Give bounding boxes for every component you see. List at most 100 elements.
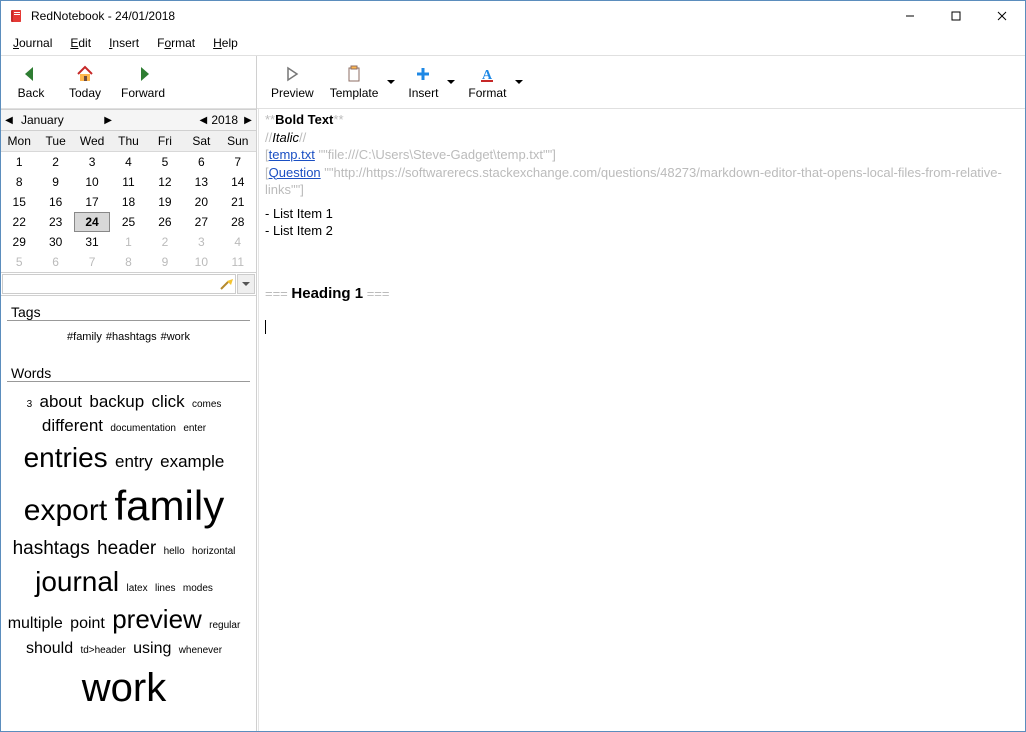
back-button[interactable]: Back xyxy=(11,62,51,102)
close-button[interactable] xyxy=(979,1,1025,31)
calendar-day[interactable]: 18 xyxy=(110,192,146,212)
word-cloud-item[interactable]: comes xyxy=(192,398,221,412)
search-input[interactable] xyxy=(2,274,236,294)
calendar-day[interactable]: 15 xyxy=(1,192,37,212)
forward-button[interactable]: Forward xyxy=(119,62,167,102)
word-cloud-item[interactable]: enter xyxy=(183,422,206,436)
calendar-day[interactable]: 5 xyxy=(1,252,37,272)
template-dropdown[interactable] xyxy=(384,63,398,101)
insert-button[interactable]: Insert xyxy=(402,62,444,102)
calendar-day[interactable]: 9 xyxy=(147,252,183,272)
calendar-day[interactable]: 14 xyxy=(220,172,256,192)
calendar-day[interactable]: 30 xyxy=(37,232,73,252)
menu-insert[interactable]: Insert xyxy=(101,33,147,53)
word-cloud-item[interactable]: different xyxy=(42,414,103,438)
word-cloud-item[interactable]: horizontal xyxy=(192,545,235,559)
word-cloud-item[interactable]: documentation xyxy=(110,422,176,436)
menu-journal[interactable]: Journal xyxy=(5,33,60,53)
search-dropdown-button[interactable] xyxy=(237,274,255,294)
word-cloud-item[interactable]: entries xyxy=(24,438,108,477)
calendar-day[interactable]: 6 xyxy=(37,252,73,272)
calendar-day[interactable]: 10 xyxy=(183,252,219,272)
insert-dropdown[interactable] xyxy=(444,63,458,101)
word-cloud-item[interactable]: 3 xyxy=(27,398,33,412)
month-dropdown-button[interactable]: ▶ xyxy=(100,115,116,126)
calendar-day[interactable]: 26 xyxy=(147,212,183,232)
calendar-day[interactable]: 21 xyxy=(220,192,256,212)
word-cloud-item[interactable]: td>header xyxy=(80,644,125,658)
word-cloud-item[interactable]: multiple xyxy=(8,613,63,635)
tag[interactable]: #work xyxy=(161,331,190,343)
menu-help[interactable]: Help xyxy=(205,33,246,53)
next-year-button[interactable]: ▶ xyxy=(240,115,256,126)
calendar-day[interactable]: 4 xyxy=(110,152,146,172)
word-cloud-item[interactable]: family xyxy=(115,477,225,536)
word-cloud-item[interactable]: click xyxy=(152,390,185,414)
calendar-day[interactable]: 28 xyxy=(220,212,256,232)
word-cloud-item[interactable]: modes xyxy=(183,582,213,596)
word-cloud-item[interactable]: latex xyxy=(127,582,148,596)
calendar-day[interactable]: 10 xyxy=(74,172,110,192)
tag[interactable]: #family xyxy=(67,331,102,343)
calendar-day[interactable]: 27 xyxy=(183,212,219,232)
word-cloud-item[interactable]: example xyxy=(160,450,224,474)
format-button[interactable]: A Format xyxy=(462,62,512,102)
calendar-day[interactable]: 25 xyxy=(110,212,146,232)
calendar-day[interactable]: 24 xyxy=(74,212,110,232)
clear-search-icon[interactable] xyxy=(218,276,234,292)
menu-edit[interactable]: Edit xyxy=(62,33,99,53)
menu-format[interactable]: Format xyxy=(149,33,203,53)
calendar-day[interactable]: 3 xyxy=(183,232,219,252)
year-label[interactable]: 2018 xyxy=(211,113,240,127)
calendar-day[interactable]: 4 xyxy=(220,232,256,252)
month-label[interactable]: January xyxy=(17,113,100,127)
word-cloud-item[interactable]: backup xyxy=(89,390,144,414)
word-cloud-item[interactable]: regular xyxy=(209,619,240,633)
editor[interactable]: **Bold Text** //Italic// [temp.txt ""fil… xyxy=(258,109,1025,731)
word-cloud-item[interactable]: lines xyxy=(155,582,176,596)
word-cloud-item[interactable]: entry xyxy=(115,450,153,474)
calendar-day[interactable]: 1 xyxy=(110,232,146,252)
calendar-day[interactable]: 11 xyxy=(110,172,146,192)
word-cloud-item[interactable]: work xyxy=(82,660,166,716)
calendar-day[interactable]: 6 xyxy=(183,152,219,172)
word-cloud-item[interactable]: hashtags xyxy=(13,536,90,563)
calendar-day[interactable]: 23 xyxy=(37,212,73,232)
calendar-day[interactable]: 5 xyxy=(147,152,183,172)
word-cloud-item[interactable]: should xyxy=(26,638,73,660)
word-cloud-item[interactable]: hello xyxy=(164,545,185,559)
template-button[interactable]: Template xyxy=(324,62,385,102)
word-cloud-item[interactable]: preview xyxy=(112,601,202,637)
calendar-day[interactable]: 8 xyxy=(110,252,146,272)
maximize-button[interactable] xyxy=(933,1,979,31)
calendar-day[interactable]: 7 xyxy=(220,152,256,172)
calendar-day[interactable]: 19 xyxy=(147,192,183,212)
calendar-day[interactable]: 17 xyxy=(74,192,110,212)
calendar-day[interactable]: 11 xyxy=(220,252,256,272)
preview-button[interactable]: Preview xyxy=(265,62,320,102)
calendar-day[interactable]: 1 xyxy=(1,152,37,172)
calendar-day[interactable]: 13 xyxy=(183,172,219,192)
word-cloud-item[interactable]: journal xyxy=(35,562,119,601)
calendar-day[interactable]: 22 xyxy=(1,212,37,232)
tag[interactable]: #hashtags xyxy=(106,331,157,343)
calendar-day[interactable]: 31 xyxy=(74,232,110,252)
word-cloud-item[interactable]: point xyxy=(70,613,105,635)
calendar-day[interactable]: 3 xyxy=(74,152,110,172)
calendar-day[interactable]: 20 xyxy=(183,192,219,212)
prev-year-button[interactable]: ◀ xyxy=(195,115,211,126)
prev-month-button[interactable]: ◀ xyxy=(1,115,17,126)
word-cloud-item[interactable]: header xyxy=(97,536,156,563)
word-cloud-item[interactable]: export xyxy=(24,490,107,532)
today-button[interactable]: Today xyxy=(65,62,105,102)
calendar-day[interactable]: 2 xyxy=(147,232,183,252)
calendar-day[interactable]: 7 xyxy=(74,252,110,272)
calendar-day[interactable]: 12 xyxy=(147,172,183,192)
word-cloud-item[interactable]: about xyxy=(39,390,82,414)
calendar-day[interactable]: 8 xyxy=(1,172,37,192)
word-cloud-item[interactable]: using xyxy=(133,638,171,660)
minimize-button[interactable] xyxy=(887,1,933,31)
calendar-day[interactable]: 9 xyxy=(37,172,73,192)
calendar-day[interactable]: 16 xyxy=(37,192,73,212)
calendar-day[interactable]: 29 xyxy=(1,232,37,252)
